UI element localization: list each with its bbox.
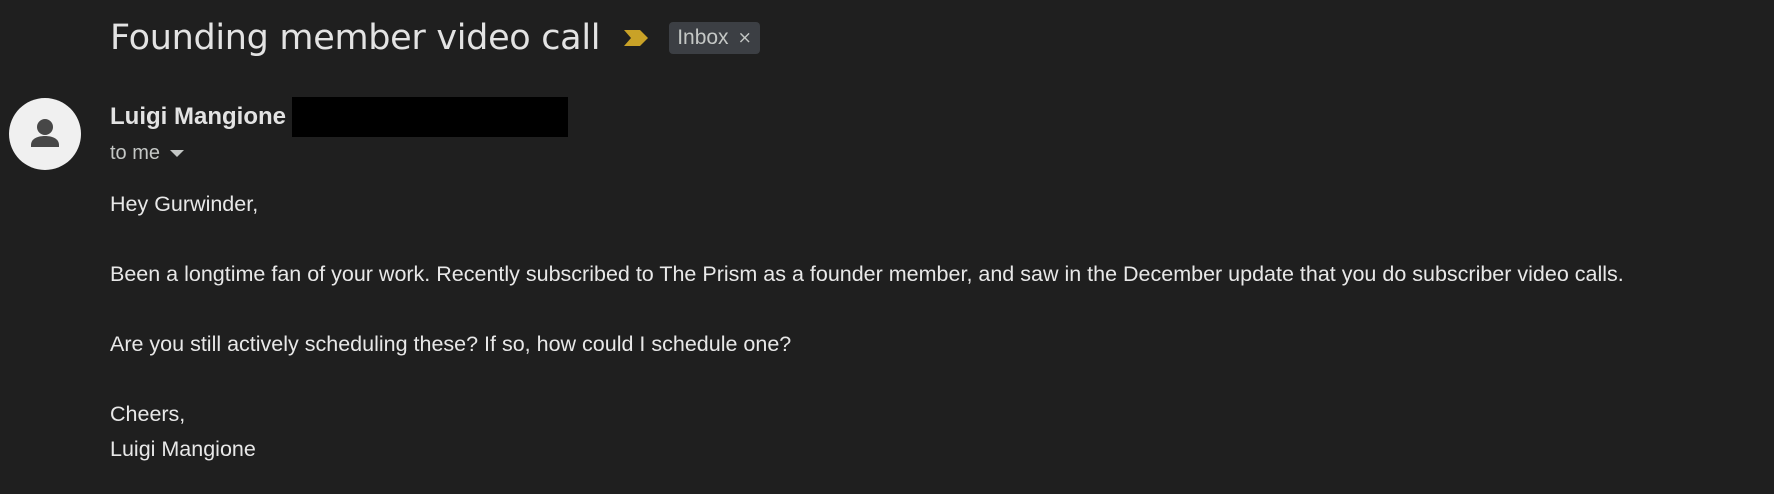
label-text: Inbox — [677, 26, 729, 49]
redacted-sender-email — [291, 97, 568, 137]
body-signature: Luigi Mangione — [110, 437, 256, 461]
body-signoff: Cheers, — [110, 402, 186, 426]
email-body: Hey Gurwinder, Been a longtime fan of yo… — [110, 187, 1624, 467]
body-paragraph: Been a longtime fan of your work. Recent… — [110, 262, 1624, 286]
remove-label-icon[interactable]: × — [738, 29, 752, 47]
chevron-down-icon[interactable] — [170, 149, 185, 157]
label-chip-inbox: Inbox × — [669, 22, 760, 54]
sender-row: Luigi Mangione — [110, 96, 568, 138]
recipient-text: to me — [110, 141, 161, 164]
subject-row: Founding member video call Inbox × — [110, 14, 760, 62]
body-paragraph: Are you still actively scheduling these?… — [110, 332, 792, 356]
email-subject: Founding member video call — [110, 18, 601, 58]
sender-name[interactable]: Luigi Mangione — [110, 103, 286, 131]
person-icon — [31, 119, 59, 147]
importance-marker-icon[interactable] — [624, 28, 650, 48]
avatar[interactable] — [9, 98, 81, 170]
recipient-details-toggle[interactable]: to me — [110, 138, 185, 168]
body-greeting: Hey Gurwinder, — [110, 192, 259, 216]
email-view: Founding member video call Inbox × Luigi… — [0, 0, 1774, 494]
